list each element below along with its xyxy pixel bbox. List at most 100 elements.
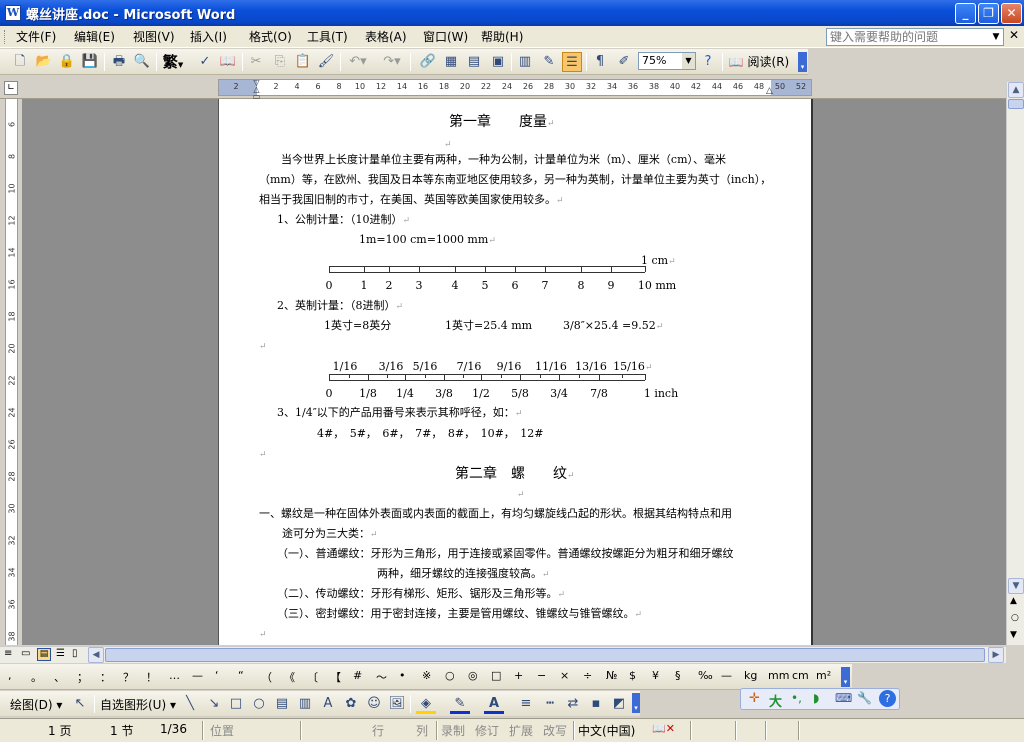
cut-icon[interactable]: ✂ xyxy=(246,52,266,72)
rectangle-icon[interactable]: □ xyxy=(226,694,246,714)
ime-shape-icon[interactable]: ◗ xyxy=(813,691,819,705)
help-question-input[interactable]: 键入需要帮助的问题 ▼ xyxy=(826,28,1004,46)
3d-style-icon[interactable]: ◩ xyxy=(609,694,629,714)
ime-punct-icon[interactable]: •, xyxy=(791,691,802,705)
next-page-icon[interactable]: ▼ xyxy=(1010,630,1017,640)
clip-art-icon[interactable]: ☺ xyxy=(364,694,384,714)
right-indent-marker-icon[interactable]: △ xyxy=(766,86,773,96)
symbol-button[interactable]: ‘ xyxy=(215,669,219,682)
indent-markers-icon[interactable]: ▽ △ ▭ xyxy=(252,79,261,101)
document-map-icon[interactable]: ☰ xyxy=(562,52,582,72)
symbol-button[interactable]: ； xyxy=(77,669,88,685)
menu-format[interactable]: 格式(O) xyxy=(249,29,292,45)
status-track-changes[interactable]: 修订 xyxy=(475,722,499,739)
scroll-up-icon[interactable]: ▲ xyxy=(1008,82,1024,98)
columns-icon[interactable]: ▥ xyxy=(515,52,535,72)
ink-icon[interactable]: ✐ xyxy=(614,52,634,72)
symbol-button[interactable]: § xyxy=(675,669,681,682)
format-painter-icon[interactable]: 🖌 xyxy=(316,52,336,72)
select-objects-icon[interactable]: ↖ xyxy=(70,694,90,714)
spelling-status-icon[interactable]: 📖✕ xyxy=(652,722,676,738)
menu-table[interactable]: 表格(A) xyxy=(365,29,407,45)
paste-icon[interactable]: 📋 xyxy=(293,52,313,72)
symbol-button[interactable]: （ xyxy=(261,669,272,685)
menu-view[interactable]: 视图(V) xyxy=(133,29,175,45)
vertical-scrollbar[interactable]: ▲ ▼ ▲ ○ ▼ xyxy=(1006,82,1024,645)
symbol-button[interactable]: № xyxy=(606,669,617,682)
outline-view-icon[interactable]: ☰ xyxy=(56,648,65,659)
help-dropdown-icon[interactable]: ▼ xyxy=(989,29,1003,45)
ime-keyboard-icon[interactable]: ⌨ xyxy=(835,691,852,705)
dash-style-icon[interactable]: ┅ xyxy=(540,694,560,714)
symbol-button[interactable]: , xyxy=(8,669,12,682)
menu-grip[interactable] xyxy=(4,30,7,44)
symbol-button[interactable]: 《 xyxy=(284,669,295,685)
symbol-button[interactable]: ‰ xyxy=(698,669,713,682)
symbol-button[interactable]: # xyxy=(353,669,362,682)
symbol-button[interactable]: … xyxy=(169,669,180,682)
symbol-button[interactable]: − xyxy=(537,669,546,682)
menu-window[interactable]: 窗口(W) xyxy=(423,29,468,45)
scroll-down-icon[interactable]: ▼ xyxy=(1008,578,1024,594)
symbol-button[interactable]: 、 xyxy=(54,669,65,685)
arrow-icon[interactable]: ↘ xyxy=(204,694,224,714)
status-record[interactable]: 录制 xyxy=(441,722,465,739)
document-page[interactable]: 第一章 度量↵ ↵ 当今世界上长度计量单位主要有两种，一种为公制，计量单位为米（… xyxy=(218,99,813,645)
trad-simp-convert-button[interactable]: 繁▼ xyxy=(160,52,186,72)
drawing-toolbar-options-icon[interactable]: ▾ xyxy=(632,693,640,713)
line-style-icon[interactable]: ≡ xyxy=(516,694,536,714)
web-layout-icon[interactable]: ▭ xyxy=(21,648,30,659)
reading-layout-icon[interactable]: ▯ xyxy=(72,648,78,659)
read-mode-button[interactable]: 📖 阅读(R) xyxy=(726,52,792,72)
vertical-text-box-icon[interactable]: ▥ xyxy=(295,694,315,714)
print-layout-icon[interactable]: ▤ xyxy=(37,648,51,661)
select-browse-object-icon[interactable]: ○ xyxy=(1011,613,1019,623)
symbol-button[interactable]: ？ xyxy=(123,669,134,685)
ime-help-icon[interactable]: ? xyxy=(879,690,896,707)
insert-excel-icon[interactable]: ▣ xyxy=(488,52,508,72)
draw-menu-button[interactable]: 绘图(D) ▾ xyxy=(10,696,62,713)
spelling-icon[interactable]: ✓ xyxy=(195,52,215,72)
zoom-select[interactable]: 75% ▼ xyxy=(638,52,696,70)
diagram-icon[interactable]: ✿ xyxy=(341,694,361,714)
wordart-icon[interactable]: A xyxy=(318,694,338,714)
ime-pin-icon[interactable]: ✛ xyxy=(749,691,760,706)
redo-icon[interactable]: ↷▾ xyxy=(378,52,406,72)
horizontal-scrollbar[interactable]: ≡ ▭ ▤ ☰ ▯ ◀ ▶ xyxy=(0,646,1006,663)
symbol-button[interactable]: — xyxy=(721,669,732,682)
symbol-button[interactable]: ！ xyxy=(146,669,157,685)
symbol-button[interactable]: — xyxy=(192,669,203,682)
autoshapes-button[interactable]: 自选图形(U) ▾ xyxy=(100,696,176,713)
close-button[interactable]: ✕ xyxy=(1001,3,1022,24)
scroll-thumb[interactable] xyxy=(1008,99,1024,109)
research-icon[interactable]: 📖 xyxy=(218,52,238,72)
ime-mode-icon[interactable]: 大 xyxy=(769,691,782,710)
oval-icon[interactable]: ○ xyxy=(249,694,269,714)
symbol-button[interactable]: 。 xyxy=(31,669,42,685)
drawing-icon[interactable]: ✎ xyxy=(539,52,559,72)
help-icon[interactable]: ? xyxy=(698,52,718,72)
hyperlink-icon[interactable]: 🔗 xyxy=(418,52,438,72)
copy-icon[interactable]: ⎘ xyxy=(270,52,290,72)
symbol-button[interactable]: ○ xyxy=(445,669,455,682)
insert-table-icon[interactable]: ▤ xyxy=(464,52,484,72)
symbol-button[interactable]: $ xyxy=(629,669,636,682)
picture-icon[interactable]: 🖼 xyxy=(387,694,407,714)
arrow-style-icon[interactable]: ⇄ xyxy=(563,694,583,714)
scroll-left-icon[interactable]: ◀ xyxy=(88,647,104,663)
symbol-button[interactable]: cm xyxy=(792,669,809,682)
open-icon[interactable]: 📂 xyxy=(34,52,54,72)
print-icon[interactable]: 🖶 xyxy=(109,52,129,72)
print-preview-icon[interactable]: 🔍 xyxy=(132,52,152,72)
close-document-icon[interactable]: ✕ xyxy=(1009,28,1019,42)
symbol-button[interactable]: 〔 xyxy=(307,669,318,685)
symbol-button[interactable]: “ xyxy=(238,669,244,682)
normal-view-icon[interactable]: ≡ xyxy=(4,648,12,659)
status-overtype[interactable]: 改写 xyxy=(543,722,567,739)
save-icon[interactable]: 💾 xyxy=(80,52,100,72)
show-hide-icon[interactable]: ¶ xyxy=(590,52,610,72)
previous-page-icon[interactable]: ▲ xyxy=(1010,596,1017,606)
symbol-button[interactable]: • xyxy=(399,669,406,682)
font-color-icon[interactable]: A xyxy=(484,694,504,714)
restore-button[interactable]: ❐ xyxy=(978,3,999,24)
